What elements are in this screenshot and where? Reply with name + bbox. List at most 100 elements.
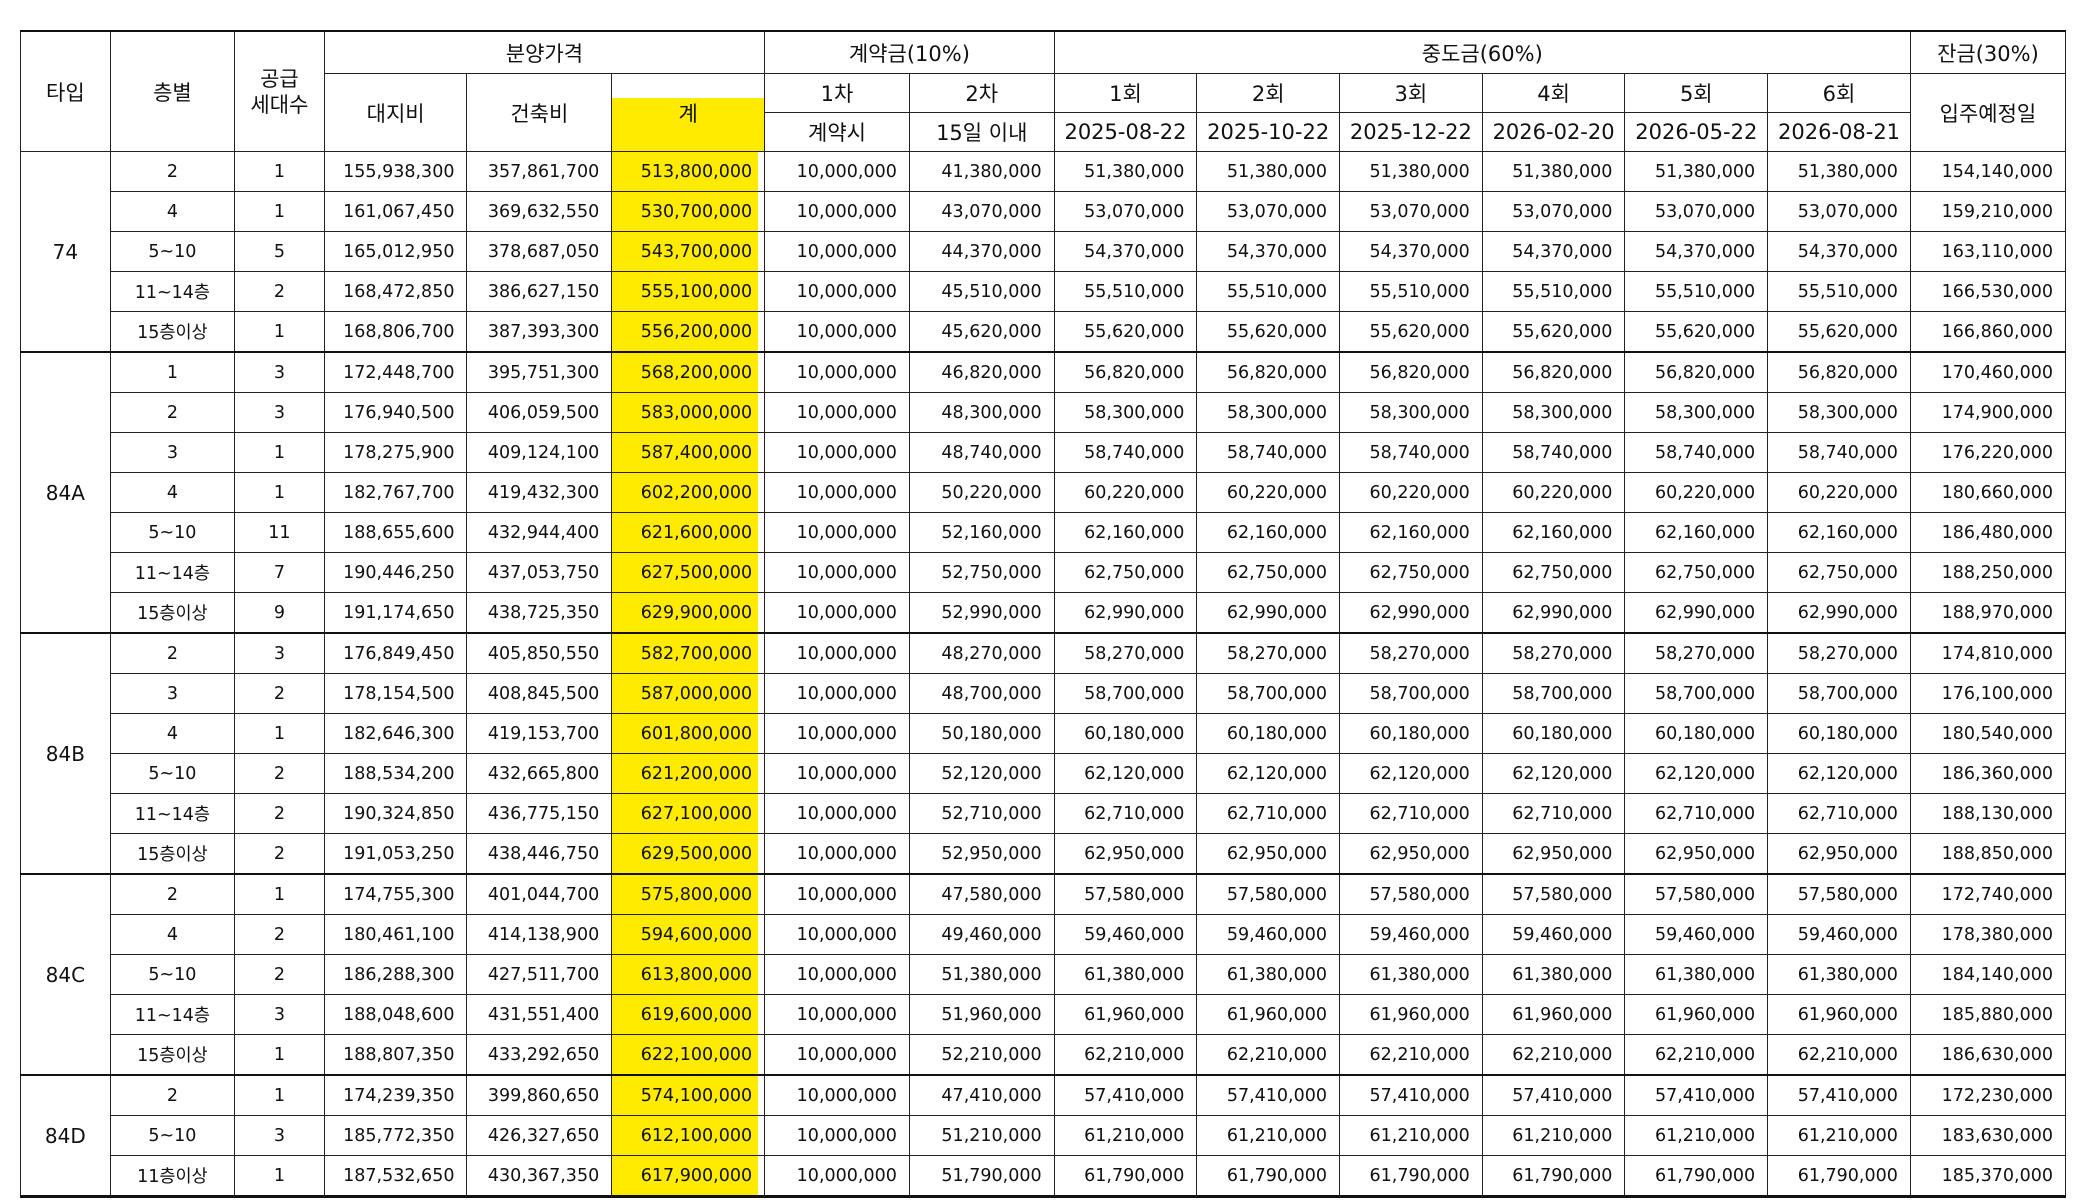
mid-payment-4-cell: 62,160,000 [1481, 512, 1626, 553]
units-cell: 5 [234, 231, 325, 272]
mid-payment-6-cell: 62,950,000 [1767, 833, 1911, 875]
total-price-cell: 617,900,000 [611, 1155, 766, 1197]
mid-payment-4-cell: 58,300,000 [1481, 392, 1626, 433]
floor-cell: 1 [109, 351, 236, 393]
table-row: 15층이상 9 191,174,650 438,725,350 629,900,000 1… [21, 592, 2067, 634]
deposit-2-cell: 49,460,000 [908, 914, 1055, 955]
units-cell: 1 [234, 873, 325, 915]
deposit-2-cell: 48,700,000 [908, 673, 1055, 714]
mid-payment-5-cell: 61,790,000 [1624, 1155, 1769, 1197]
mid-payment-2-cell: 55,620,000 [1196, 311, 1341, 353]
balance-cell: 184,140,000 [1909, 954, 2067, 995]
units-cell: 3 [234, 351, 325, 393]
mid-payment-1-cell: 60,220,000 [1053, 472, 1198, 513]
header-mid-round-4: 4회 [1481, 73, 1626, 113]
header-deposit-2-when: 15일 이내 [908, 112, 1055, 152]
units-cell: 1 [234, 1034, 325, 1076]
build-cost-cell: 436,775,150 [466, 793, 613, 834]
mid-payment-2-cell: 61,380,000 [1196, 954, 1341, 995]
build-cost-cell: 437,053,750 [466, 552, 613, 593]
deposit-1-cell: 10,000,000 [764, 1115, 910, 1156]
deposit-1-cell: 10,000,000 [764, 552, 910, 593]
build-cost-cell: 433,292,650 [466, 1034, 613, 1076]
mid-payment-3-cell: 62,210,000 [1339, 1034, 1483, 1076]
mid-payment-4-cell: 55,510,000 [1481, 271, 1626, 312]
build-cost-cell: 387,393,300 [466, 311, 613, 353]
mid-payment-3-cell: 61,210,000 [1339, 1115, 1483, 1156]
total-price-cell: 513,800,000 [611, 151, 766, 192]
deposit-2-cell: 52,950,000 [908, 833, 1055, 875]
build-cost-cell: 357,861,700 [466, 151, 613, 192]
table-row: 11~14층 2 190,324,850 436,775,150 627,100,000… [21, 793, 2067, 834]
build-cost-cell: 431,551,400 [466, 994, 613, 1035]
floor-cell: 11~14층 [109, 552, 236, 593]
deposit-2-cell: 51,380,000 [908, 954, 1055, 995]
total-price-cell-text: 574,100,000 [640, 1085, 753, 1106]
mid-payment-3-cell: 53,070,000 [1339, 191, 1483, 232]
build-cost-cell: 378,687,050 [466, 231, 613, 272]
floor-cell: 15층이상 [109, 1034, 236, 1076]
table-row: 11~14층 7 190,446,250 437,053,750 627,500,000… [21, 552, 2067, 593]
mid-payment-1-cell: 61,210,000 [1053, 1115, 1198, 1156]
mid-payment-6-cell: 61,210,000 [1767, 1115, 1911, 1156]
mid-payment-5-cell: 62,710,000 [1624, 793, 1769, 834]
header-mid-round-5: 5회 [1624, 73, 1769, 113]
mid-payment-6-cell: 62,160,000 [1767, 512, 1911, 553]
mid-payment-3-cell: 60,220,000 [1339, 472, 1483, 513]
deposit-2-cell: 47,580,000 [908, 873, 1055, 915]
mid-payment-3-cell: 58,300,000 [1339, 392, 1483, 433]
deposit-2-cell: 48,270,000 [908, 632, 1055, 674]
balance-cell: 188,850,000 [1909, 833, 2067, 875]
balance-cell: 159,210,000 [1909, 191, 2067, 232]
mid-payment-4-cell: 62,120,000 [1481, 753, 1626, 794]
build-cost-cell: 386,627,150 [466, 271, 613, 312]
mid-payment-5-cell: 62,950,000 [1624, 833, 1769, 875]
build-cost-cell: 401,044,700 [466, 873, 613, 915]
land-cost-cell: 191,053,250 [323, 833, 468, 875]
floor-cell: 2 [109, 632, 236, 674]
mid-payment-6-cell: 59,460,000 [1767, 914, 1911, 955]
deposit-2-cell: 45,620,000 [908, 311, 1055, 353]
floor-cell: 11~14층 [109, 994, 236, 1035]
total-price-cell-text: 602,200,000 [640, 482, 753, 503]
deposit-2-cell: 52,120,000 [908, 753, 1055, 794]
floor-cell: 4 [109, 191, 236, 232]
total-price-cell-text: 555,100,000 [640, 281, 753, 302]
mid-payment-3-cell: 62,750,000 [1339, 552, 1483, 593]
mid-payment-4-cell: 62,710,000 [1481, 793, 1626, 834]
table-row: 5~10 11 188,655,600 432,944,400 621,600,000 1… [21, 512, 2067, 553]
mid-payment-6-cell: 62,710,000 [1767, 793, 1911, 834]
deposit-2-cell: 41,380,000 [908, 151, 1055, 192]
total-price-cell-text: 629,500,000 [640, 843, 753, 864]
total-price-cell: 555,100,000 [611, 271, 766, 312]
mid-payment-1-cell: 57,580,000 [1053, 873, 1198, 915]
deposit-1-cell: 10,000,000 [764, 311, 910, 353]
type-cell: 84A [20, 351, 111, 634]
mid-payment-2-cell: 58,740,000 [1196, 432, 1341, 473]
build-cost-cell: 432,665,800 [466, 753, 613, 794]
total-price-cell-text: 612,100,000 [640, 1125, 753, 1146]
total-price-cell: 594,600,000 [611, 914, 766, 955]
build-cost-cell: 427,511,700 [466, 954, 613, 995]
table-row: 4 1 182,646,300 419,153,700 601,800,000 10,00… [21, 713, 2067, 754]
header-supply-units: 공급 세대수 [234, 30, 325, 152]
mid-payment-6-cell: 61,380,000 [1767, 954, 1911, 995]
header-balance: 잔금(30%) [1909, 30, 2067, 74]
total-price-cell-text: 629,900,000 [640, 602, 753, 623]
deposit-1-cell: 10,000,000 [764, 351, 910, 393]
total-price-cell-text: 543,700,000 [640, 241, 753, 262]
mid-payment-1-cell: 62,120,000 [1053, 753, 1198, 794]
units-cell: 1 [234, 151, 325, 192]
build-cost-cell: 406,059,500 [466, 392, 613, 433]
floor-cell: 15층이상 [109, 833, 236, 875]
mid-payment-5-cell: 60,180,000 [1624, 713, 1769, 754]
mid-payment-1-cell: 53,070,000 [1053, 191, 1198, 232]
mid-payment-4-cell: 57,580,000 [1481, 873, 1626, 915]
floor-cell: 3 [109, 673, 236, 714]
deposit-1-cell: 10,000,000 [764, 954, 910, 995]
header-deposit-2: 2차 [908, 73, 1055, 113]
mid-payment-3-cell: 60,180,000 [1339, 713, 1483, 754]
mid-payment-3-cell: 61,960,000 [1339, 994, 1483, 1035]
deposit-1-cell: 10,000,000 [764, 191, 910, 232]
mid-payment-5-cell: 60,220,000 [1624, 472, 1769, 513]
